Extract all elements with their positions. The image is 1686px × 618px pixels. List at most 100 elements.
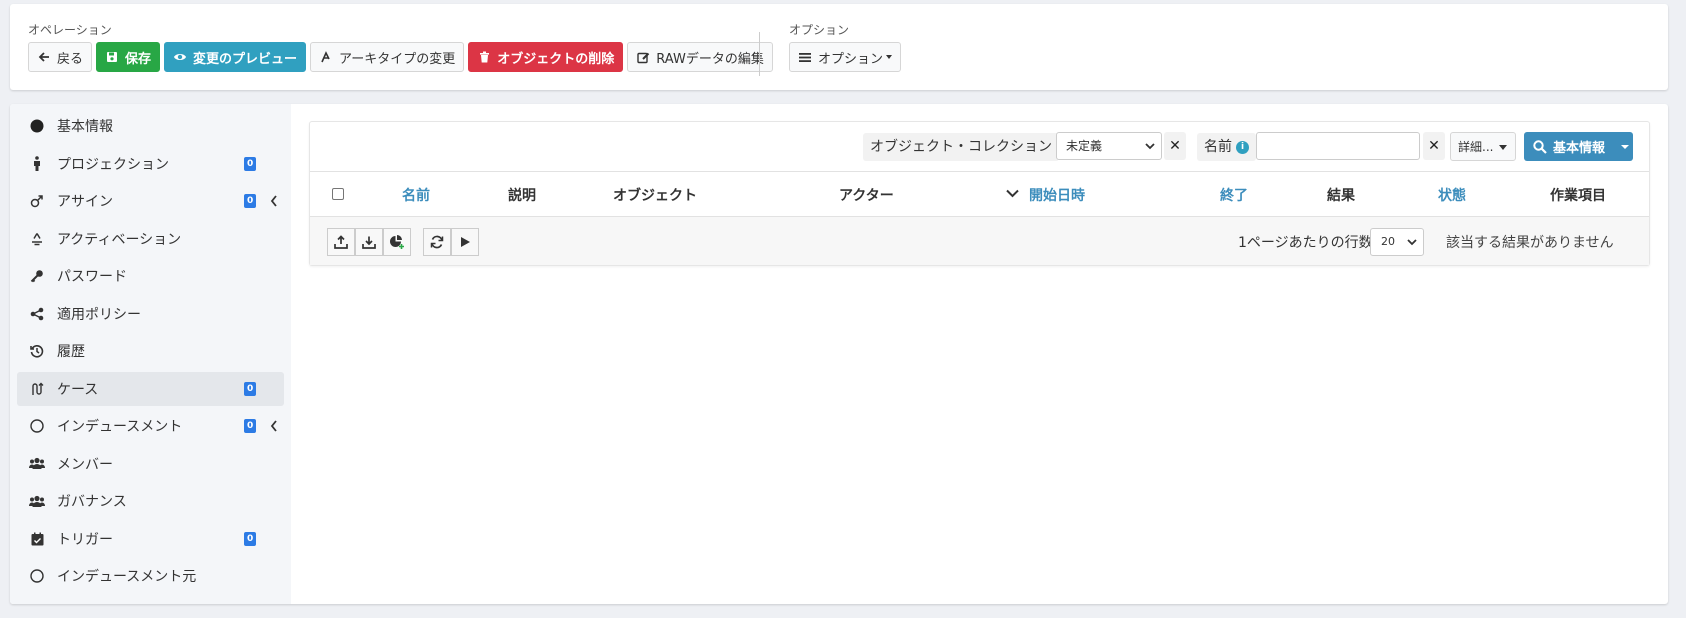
eye-icon: [173, 50, 187, 64]
search-button-label: 基本情報: [1553, 141, 1606, 156]
column-end[interactable]: 終了: [1220, 185, 1248, 205]
person-icon: [29, 156, 45, 172]
download-icon: [362, 236, 376, 249]
preview-changes-label: 変更のプレビュー: [193, 51, 298, 67]
sort-desc-icon[interactable]: [1006, 189, 1019, 198]
chart-pie-add-icon: [390, 235, 404, 249]
column-state[interactable]: 状態: [1438, 185, 1466, 205]
change-archetype-label: アーキタイプの変更: [339, 51, 456, 67]
column-result: 結果: [1327, 188, 1355, 204]
play-button[interactable]: [451, 228, 479, 256]
caret-down-icon: [1499, 144, 1508, 150]
sidebar-item-triggers[interactable]: トリガー 0: [17, 522, 284, 556]
sidebar-item-label: インデュースメント: [57, 419, 183, 435]
save-button[interactable]: 保存: [96, 42, 161, 72]
export-button[interactable]: [355, 228, 383, 256]
sidebar-item-policies[interactable]: 適用ポリシー: [17, 297, 284, 331]
circle-outline-icon: [29, 418, 45, 434]
sidebar-item-basic[interactable]: 基本情報: [17, 109, 284, 143]
caret-down-icon: [886, 55, 893, 59]
sidebar-item-projection[interactable]: プロジェクション 0: [17, 147, 284, 181]
chevron-left-icon[interactable]: [269, 419, 279, 433]
sidebar-item-assignments[interactable]: アサイン 0: [17, 184, 284, 218]
import-button[interactable]: [327, 228, 355, 256]
count-badge: 0: [244, 419, 257, 433]
name-search-input[interactable]: [1256, 132, 1420, 160]
search-button[interactable]: 基本情報: [1524, 132, 1633, 161]
create-report-button[interactable]: [383, 228, 411, 256]
chevron-left-icon[interactable]: [269, 194, 279, 208]
sidebar-item-label: プロジェクション: [57, 156, 169, 173]
sidebar-item-password[interactable]: パスワード: [17, 259, 284, 293]
collection-select-value: 未定義: [1066, 139, 1103, 153]
sidebar: 基本情報 プロジェクション 0 アサイン 0 アクティベーション パスワード 適…: [10, 104, 291, 604]
advanced-search-label: 詳細...: [1458, 140, 1494, 154]
sidebar-item-inducement-source[interactable]: インデュースメント元: [17, 559, 284, 593]
count-badge: 0: [244, 156, 257, 171]
save-icon: [105, 50, 119, 64]
options-buttons: オプション: [789, 42, 902, 72]
search-bar: オブジェクト・コレクション 未定義 ✕ 名前 i ✕ 詳細... 基本情報: [310, 122, 1649, 172]
back-button[interactable]: 戻る: [28, 42, 93, 72]
sidebar-item-label: トリガー: [57, 531, 113, 548]
sidebar-item-cases[interactable]: ケース 0: [17, 371, 284, 406]
column-description: 説明: [508, 188, 536, 204]
cases-table-box: オブジェクト・コレクション 未定義 ✕ 名前 i ✕ 詳細... 基本情報 名前…: [309, 121, 1650, 266]
recycle-icon: [29, 231, 45, 247]
change-archetype-button[interactable]: アーキタイプの変更: [310, 42, 465, 72]
sidebar-item-label: メンバー: [57, 456, 113, 473]
operations-panel: オペレーション 戻る 保存 変更のプレビュー アーキタイプの変更 オブジェクトの…: [10, 4, 1668, 90]
rows-per-page-select[interactable]: 20: [1370, 228, 1424, 256]
options-label: オプション: [789, 23, 850, 37]
options-dropdown-button[interactable]: オプション: [789, 42, 902, 72]
sidebar-item-label: アサイン: [57, 194, 113, 210]
column-start-time[interactable]: 開始日時: [1029, 185, 1085, 205]
table-header: 名前 説明 オブジェクト アクター 開始日時 終了 結果 状態 作業項目: [310, 172, 1649, 217]
sidebar-item-activation[interactable]: アクティベーション: [17, 222, 284, 256]
refresh-icon: [430, 235, 444, 249]
sidebar-item-governance[interactable]: ガバナンス: [17, 484, 284, 518]
delete-object-button[interactable]: オブジェクトの削除: [468, 42, 624, 72]
operations-label: オペレーション: [28, 23, 112, 37]
count-badge: 0: [244, 381, 257, 396]
chevron-down-icon: [1407, 239, 1417, 246]
edit-icon: [636, 50, 650, 64]
calendar-check-icon: [29, 531, 45, 547]
sidebar-item-inducements[interactable]: インデュースメント 0: [17, 409, 284, 443]
edit-raw-button[interactable]: RAWデータの編集: [627, 42, 773, 72]
sidebar-item-members[interactable]: メンバー: [17, 447, 284, 481]
save-button-label: 保存: [125, 51, 152, 67]
name-label: 名前 i: [1197, 133, 1256, 161]
count-badge: 0: [244, 194, 257, 208]
name-label-text: 名前: [1204, 139, 1232, 155]
clear-name-button[interactable]: ✕: [1423, 132, 1445, 160]
caret-down-icon[interactable]: [1621, 144, 1630, 150]
sidebar-item-label: パスワード: [57, 269, 127, 285]
column-work-items: 作業項目: [1550, 188, 1606, 204]
count-badge: 0: [244, 531, 257, 546]
column-object: オブジェクト: [613, 188, 697, 204]
delete-object-label: オブジェクトの削除: [497, 51, 615, 67]
main-panel: 基本情報 プロジェクション 0 アサイン 0 アクティベーション パスワード 適…: [10, 104, 1668, 604]
column-name[interactable]: 名前: [402, 185, 430, 205]
history-icon: [29, 343, 45, 359]
collection-label: オブジェクト・コレクション: [863, 133, 1059, 161]
arrow-left-icon: [37, 50, 51, 64]
advanced-search-button[interactable]: 詳細...: [1450, 132, 1517, 161]
info-icon[interactable]: i: [1236, 140, 1249, 154]
preview-changes-button[interactable]: 変更のプレビュー: [164, 42, 307, 72]
collection-select[interactable]: 未定義: [1056, 132, 1162, 160]
clear-collection-button[interactable]: ✕: [1164, 132, 1186, 160]
rows-per-page-value: 20: [1381, 235, 1395, 248]
trash-icon: [477, 50, 491, 64]
male-sign-icon: [29, 193, 45, 209]
circle-solid-icon: [29, 118, 45, 134]
sidebar-item-label: アクティベーション: [57, 231, 182, 248]
sidebar-item-history[interactable]: 履歴: [17, 334, 284, 368]
case-route-icon: [29, 381, 45, 397]
refresh-button[interactable]: [423, 228, 451, 256]
ops-divider: [759, 32, 760, 76]
table-footer: 1ページあたりの行数 20 該当する結果がありません: [310, 217, 1649, 265]
select-all-checkbox[interactable]: [332, 188, 344, 200]
rows-per-page-label: 1ページあたりの行数: [1238, 235, 1373, 251]
